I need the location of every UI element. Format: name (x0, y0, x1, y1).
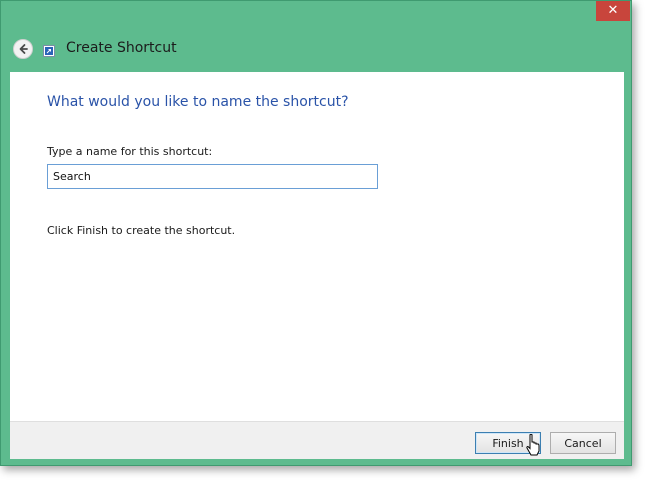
window-title: Create Shortcut (66, 40, 177, 56)
wizard-content: What would you like to name the shortcut… (10, 72, 624, 421)
finish-hint-text: Click Finish to create the shortcut. (47, 224, 236, 237)
shortcut-icon (43, 45, 55, 57)
create-shortcut-window: ✕ Create Shortcut What would you like to… (0, 0, 632, 466)
close-button[interactable]: ✕ (596, 1, 630, 21)
title-bar: Create Shortcut (1, 21, 631, 71)
cancel-button[interactable]: Cancel (550, 432, 616, 454)
back-button[interactable] (13, 39, 33, 59)
page-heading: What would you like to name the shortcut… (47, 94, 349, 110)
shortcut-name-input[interactable] (47, 164, 378, 189)
back-arrow-icon (19, 44, 28, 54)
name-field-label: Type a name for this shortcut: (47, 145, 213, 158)
mouse-cursor-icon (526, 434, 540, 456)
